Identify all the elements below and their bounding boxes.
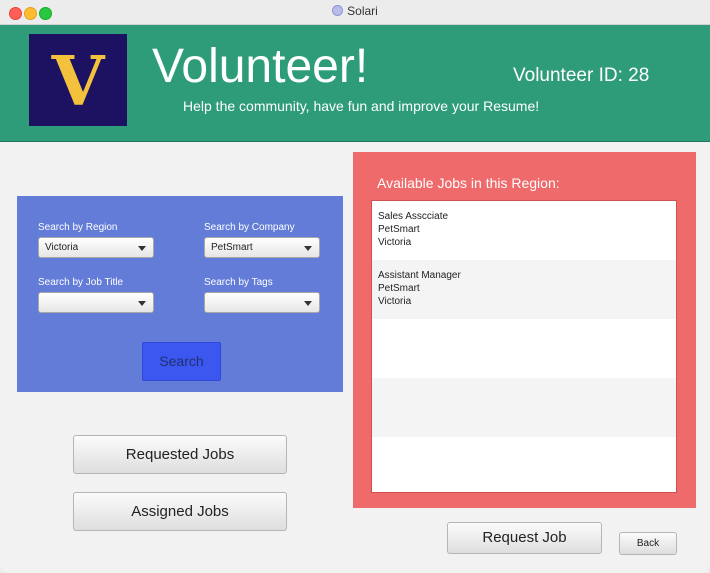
- search-button[interactable]: Search: [142, 342, 221, 381]
- header-banner: V Volunteer! Volunteer ID: 28 Help the c…: [0, 25, 710, 142]
- job-title-label: Search by Job Title: [38, 277, 124, 288]
- title-bar: Solari: [0, 0, 710, 25]
- jobs-list[interactable]: Sales Asscciate PetSmart Victoria Assist…: [371, 200, 677, 493]
- region-label: Search by Region: [38, 222, 118, 233]
- chevron-down-icon: [138, 301, 146, 306]
- region-select[interactable]: Victoria: [38, 237, 154, 258]
- empty-list-row: [372, 378, 676, 437]
- back-button[interactable]: Back: [619, 532, 677, 555]
- requested-jobs-button[interactable]: Requested Jobs: [73, 435, 287, 474]
- job-region: Victoria: [378, 237, 412, 248]
- company-select-value: PetSmart: [211, 242, 253, 253]
- company-select[interactable]: PetSmart: [204, 237, 320, 258]
- assigned-jobs-button[interactable]: Assigned Jobs: [73, 492, 287, 531]
- list-item[interactable]: Sales Asscciate PetSmart Victoria: [372, 201, 676, 260]
- tags-label: Search by Tags: [204, 277, 273, 288]
- app-logo: V: [29, 34, 127, 126]
- request-job-button[interactable]: Request Job: [447, 522, 602, 554]
- app-window: Solari V Volunteer! Volunteer ID: 28 Hel…: [0, 0, 710, 573]
- job-company: PetSmart: [378, 224, 420, 235]
- job-title: Assistant Manager: [378, 270, 461, 281]
- job-details: Sales Asscciate PetSmart Victoria: [378, 210, 448, 249]
- window-title: Solari: [347, 4, 378, 18]
- job-region: Victoria: [378, 296, 412, 307]
- window-title-wrap: Solari: [0, 4, 710, 18]
- company-label: Search by Company: [204, 222, 295, 233]
- search-panel: Search by Region Victoria Search by Comp…: [17, 196, 343, 392]
- job-title-select[interactable]: [38, 292, 154, 313]
- chevron-down-icon: [304, 301, 312, 306]
- tagline: Help the community, have fun and improve…: [183, 98, 540, 114]
- job-details: Assistant Manager PetSmart Victoria: [378, 269, 461, 308]
- job-title: Sales Asscciate: [378, 211, 449, 222]
- volunteer-id: Volunteer ID: 28: [513, 65, 650, 86]
- list-item[interactable]: Assistant Manager PetSmart Victoria: [372, 260, 676, 319]
- jobs-panel: Available Jobs in this Region: Sales Ass…: [353, 152, 696, 508]
- jobs-panel-title: Available Jobs in this Region:: [377, 175, 560, 191]
- empty-list-row: [372, 437, 676, 492]
- tags-select[interactable]: [204, 292, 320, 313]
- job-company: PetSmart: [378, 283, 420, 294]
- page-title: Volunteer!: [152, 40, 369, 93]
- chevron-down-icon: [138, 246, 146, 251]
- app-globe-icon: [332, 5, 344, 16]
- chevron-down-icon: [304, 246, 312, 251]
- empty-list-row: [372, 319, 676, 378]
- logo-letter: V: [51, 42, 105, 122]
- region-select-value: Victoria: [45, 242, 79, 253]
